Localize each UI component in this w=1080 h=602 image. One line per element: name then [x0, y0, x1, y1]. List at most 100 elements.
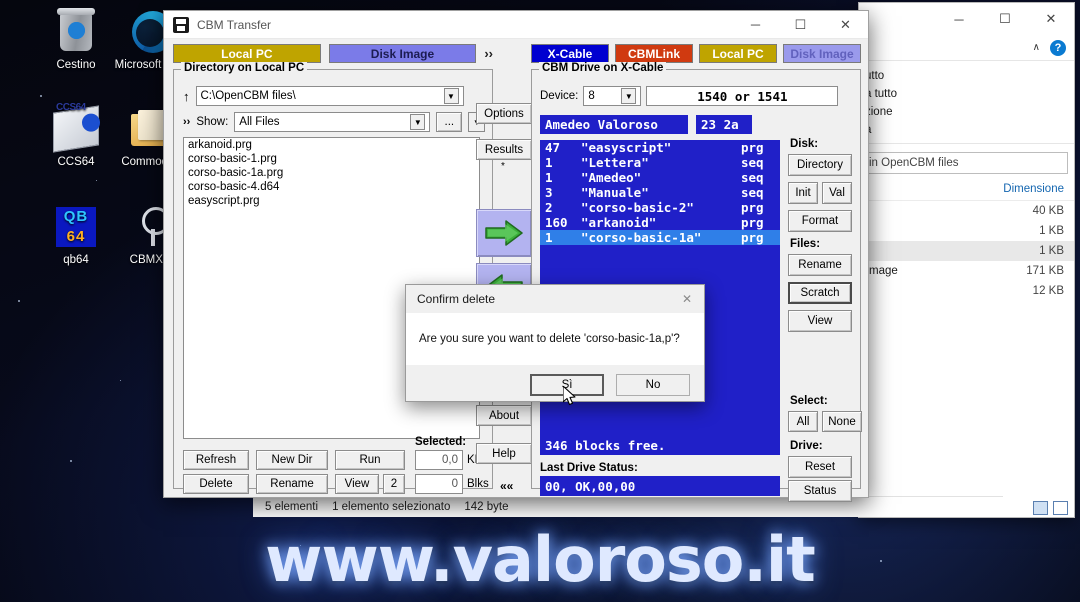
- selected-blks-field[interactable]: 0: [415, 474, 463, 494]
- cbm-directory-row[interactable]: 1 "Amedeo" seq: [540, 170, 780, 185]
- local-file-item[interactable]: corso-basic-4.d64: [184, 180, 479, 194]
- local-file-item[interactable]: corso-basic-1a.prg: [184, 166, 479, 180]
- tab-x-cable[interactable]: X-Cable: [531, 44, 609, 63]
- dialog-title: Confirm delete: [417, 292, 496, 306]
- collapse-panel-icon[interactable]: ««: [500, 479, 513, 493]
- about-button[interactable]: About: [476, 405, 532, 426]
- explorer-row-selected[interactable]: 1 KB: [859, 241, 1074, 261]
- ribbon-item[interactable]: zione: [863, 103, 1068, 121]
- filter-more-icon[interactable]: ››: [183, 116, 190, 128]
- left-tabs-more-icon[interactable]: ››: [484, 46, 493, 61]
- cbm-row-blocks: 1: [545, 155, 553, 170]
- chevron-down-icon[interactable]: ▼: [443, 88, 459, 104]
- local-file-item[interactable]: easyscript.prg: [184, 194, 479, 208]
- disk-val-button[interactable]: Val: [822, 182, 852, 204]
- help-icon[interactable]: ?: [1050, 39, 1066, 56]
- cbm-directory-row[interactable]: 1 "Lettera" seq: [540, 155, 780, 170]
- up-arrow-icon[interactable]: ↑: [183, 89, 190, 104]
- view-button[interactable]: View: [335, 474, 379, 494]
- desktop-icon-cestino[interactable]: Cestino: [33, 8, 119, 72]
- drive-reset-button[interactable]: Reset: [788, 456, 852, 478]
- results-button[interactable]: Results: [476, 139, 532, 160]
- files-view-button[interactable]: View: [788, 310, 852, 332]
- disk-directory-button[interactable]: Directory: [788, 154, 852, 176]
- explorer-row[interactable]: mage 171 KB: [859, 261, 1074, 281]
- explorer-column-header-size[interactable]: Dimensione: [859, 180, 1074, 201]
- explorer-search-input[interactable]: in OpenCBM files: [863, 152, 1068, 174]
- cbm-row-name: "easyscript": [581, 140, 672, 155]
- run-button[interactable]: Run: [335, 450, 405, 470]
- details-view-icon[interactable]: [1033, 501, 1048, 515]
- select-none-button[interactable]: None: [822, 411, 862, 432]
- tab-local-pc-right[interactable]: Local PC: [699, 44, 777, 63]
- cbm-directory-list[interactable]: 47 "easyscript" prg 1 "Lettera" seq 1 "A…: [540, 140, 780, 265]
- local-file-item[interactable]: arkanoid.prg: [184, 138, 479, 152]
- tab-local-pc[interactable]: Local PC: [173, 44, 321, 63]
- cbm-transfer-window[interactable]: CBM Transfer ─ ☐ ✕ Local PC Disk Image ›…: [163, 10, 869, 502]
- tab-disk-image[interactable]: Disk Image: [328, 44, 477, 63]
- files-rename-button[interactable]: Rename: [788, 254, 852, 276]
- help-button[interactable]: Help: [476, 443, 532, 464]
- ribbon-item[interactable]: utto: [863, 67, 1068, 85]
- cbm-titlebar: CBM Transfer ─ ☐ ✕: [164, 11, 868, 39]
- explorer-row[interactable]: 40 KB: [859, 201, 1074, 221]
- selected-kb-field[interactable]: 0,0: [415, 450, 463, 470]
- explorer-maximize-icon[interactable]: ☐: [982, 3, 1028, 35]
- cbm-row-type: prg: [741, 140, 764, 155]
- transfer-right-button[interactable]: [476, 209, 532, 257]
- explorer-window[interactable]: ─ ☐ ✕ ∧ ? utto a tutto zione a in OpenCB…: [858, 2, 1075, 518]
- disk-init-button[interactable]: Init: [788, 182, 818, 204]
- disk-id-field: 23 2a: [696, 115, 752, 134]
- tab-cbmlink[interactable]: CBMLink: [615, 44, 693, 63]
- chevron-up-icon[interactable]: ∧: [1033, 42, 1040, 53]
- refresh-button[interactable]: Refresh: [183, 450, 249, 470]
- files-scratch-button[interactable]: Scratch: [788, 282, 852, 304]
- disk-format-button[interactable]: Format: [788, 210, 852, 232]
- cbm-directory-row[interactable]: 3 "Manuale" seq: [540, 185, 780, 200]
- filter-combobox[interactable]: All Files ▼: [234, 112, 431, 132]
- view-mode-button[interactable]: 2: [383, 474, 405, 494]
- device-combobox[interactable]: 8 ▼: [583, 86, 642, 106]
- cbm-close-button[interactable]: ✕: [823, 11, 868, 39]
- explorer-row-size: 40 KB: [1032, 205, 1064, 217]
- local-pc-group: Directory on Local PC ↑ C:\OpenCBM files…: [173, 62, 493, 494]
- confirm-delete-dialog[interactable]: Confirm delete ✕ Are you sure you want t…: [405, 284, 705, 402]
- star: [40, 95, 42, 97]
- desktop-icon-ccs64[interactable]: CCS64 CCS64: [33, 102, 119, 169]
- desktop-icon-qb64[interactable]: QB 64 qb64: [33, 203, 119, 267]
- explorer-view-switcher[interactable]: [1033, 501, 1068, 515]
- cbm-maximize-button[interactable]: ☐: [778, 11, 823, 39]
- dialog-no-button[interactable]: No: [616, 374, 690, 396]
- explorer-minimize-icon[interactable]: ─: [936, 3, 982, 35]
- tab-disk-image-right[interactable]: Disk Image: [783, 44, 861, 63]
- cbm-row-blocks: 1: [545, 170, 553, 185]
- cbm-row-name: "corso-basic-2": [581, 200, 694, 215]
- explorer-close-icon[interactable]: ✕: [1028, 3, 1074, 35]
- options-button[interactable]: Options: [476, 103, 532, 124]
- delete-button[interactable]: Delete: [183, 474, 249, 494]
- select-all-button[interactable]: All: [788, 411, 818, 432]
- drive-status-button[interactable]: Status: [788, 480, 852, 502]
- explorer-row-name: [869, 225, 1039, 237]
- cbm-directory-row[interactable]: 47 "easyscript" prg: [540, 140, 780, 155]
- chevron-down-icon[interactable]: ▼: [621, 88, 637, 104]
- status-selection: 1 elemento selezionato: [332, 501, 451, 513]
- rename-button[interactable]: Rename: [256, 474, 328, 494]
- local-file-item[interactable]: corso-basic-1.prg: [184, 152, 479, 166]
- path-combobox[interactable]: C:\OpenCBM files\ ▼: [195, 86, 464, 106]
- cbm-minimize-button[interactable]: ─: [733, 11, 778, 39]
- ribbon-item[interactable]: a tutto: [863, 85, 1068, 103]
- dialog-buttons: Sì No: [406, 365, 704, 396]
- dialog-close-icon[interactable]: ✕: [670, 285, 704, 313]
- explorer-row[interactable]: 12 KB: [859, 281, 1074, 301]
- chevron-down-icon[interactable]: ▼: [410, 114, 426, 130]
- browse-button[interactable]: ...: [436, 112, 463, 132]
- cbm-directory-row-selected[interactable]: 1 "corso-basic-1a" prg: [540, 230, 780, 245]
- ribbon-item[interactable]: a: [863, 121, 1068, 139]
- new-dir-button[interactable]: New Dir: [256, 450, 328, 470]
- cbm-directory-row[interactable]: 2 "corso-basic-2" prg: [540, 200, 780, 215]
- cbm-directory-row[interactable]: 160 "arkanoid" prg: [540, 215, 780, 230]
- large-icons-view-icon[interactable]: [1053, 501, 1068, 515]
- last-drive-status-field: 00, OK,00,00: [540, 476, 780, 496]
- explorer-row[interactable]: 1 KB: [859, 221, 1074, 241]
